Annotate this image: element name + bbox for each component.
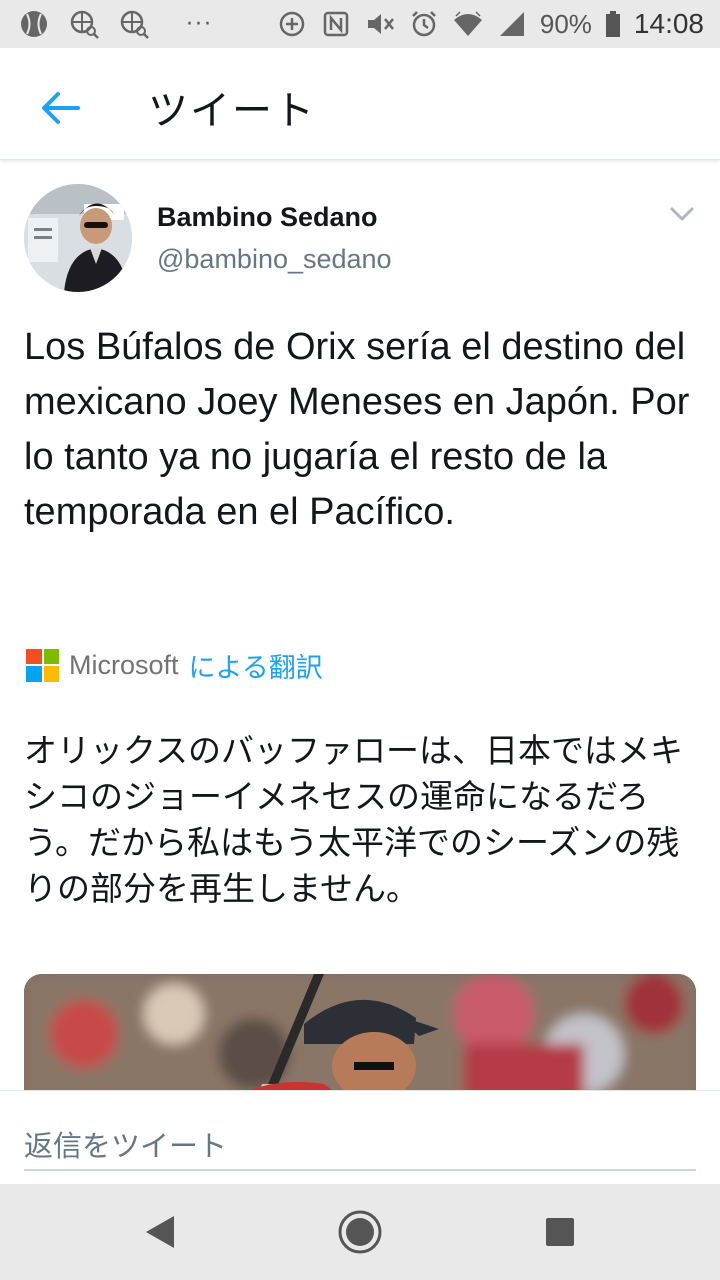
baseball-icon xyxy=(18,8,50,40)
globe-search-icon xyxy=(68,8,100,40)
chevron-down-icon xyxy=(670,207,694,221)
circle-home-icon xyxy=(338,1210,382,1254)
nav-home-button[interactable] xyxy=(336,1208,384,1256)
app-bar: ツイート xyxy=(0,48,720,160)
alarm-icon xyxy=(408,8,440,40)
arrow-left-icon xyxy=(42,92,80,124)
mute-icon xyxy=(364,8,396,40)
translation-credit: Microsoft による翻訳 xyxy=(26,646,323,684)
page-title: ツイート xyxy=(148,88,316,134)
tweet-author: Bambino Sedano @bambino_sedano xyxy=(24,184,696,292)
tweet-text: Los Búfalos de Orix sería el destino del… xyxy=(24,326,690,533)
status-bar: ··· 90% 14:08 xyxy=(0,0,720,48)
nav-back-button[interactable] xyxy=(136,1208,184,1256)
battery-icon xyxy=(604,8,622,40)
system-nav-bar xyxy=(0,1184,720,1280)
nav-recents-button[interactable] xyxy=(536,1208,584,1256)
translation-provider: Microsoft xyxy=(69,649,179,680)
back-button[interactable] xyxy=(36,84,84,132)
reply-bar: 返信をツイート xyxy=(0,1090,720,1186)
translation-link[interactable]: による翻訳 xyxy=(189,646,323,685)
avatar[interactable] xyxy=(24,184,132,292)
wifi-icon xyxy=(452,8,484,40)
author-name[interactable]: Bambino Sedano xyxy=(157,202,378,233)
clock: 14:08 xyxy=(633,8,704,39)
reply-input[interactable]: 返信をツイート xyxy=(24,1105,696,1171)
more-options-button[interactable] xyxy=(668,200,696,228)
data-saver-icon xyxy=(276,8,308,40)
signal-icon xyxy=(496,8,528,40)
author-handle[interactable]: @bambino_sedano xyxy=(157,244,392,275)
globe-search-icon xyxy=(118,8,150,40)
microsoft-logo-icon xyxy=(26,648,59,682)
battery-percent: 90% xyxy=(539,8,592,39)
translated-text: オリックスのバッファローは、日本ではメキシコのジョーイメネセスの運命になるだろう… xyxy=(24,731,684,908)
square-recents-icon xyxy=(546,1218,574,1246)
overflow-dots: ··· xyxy=(186,11,213,37)
nfc-icon xyxy=(320,8,352,40)
triangle-back-icon xyxy=(146,1216,174,1248)
